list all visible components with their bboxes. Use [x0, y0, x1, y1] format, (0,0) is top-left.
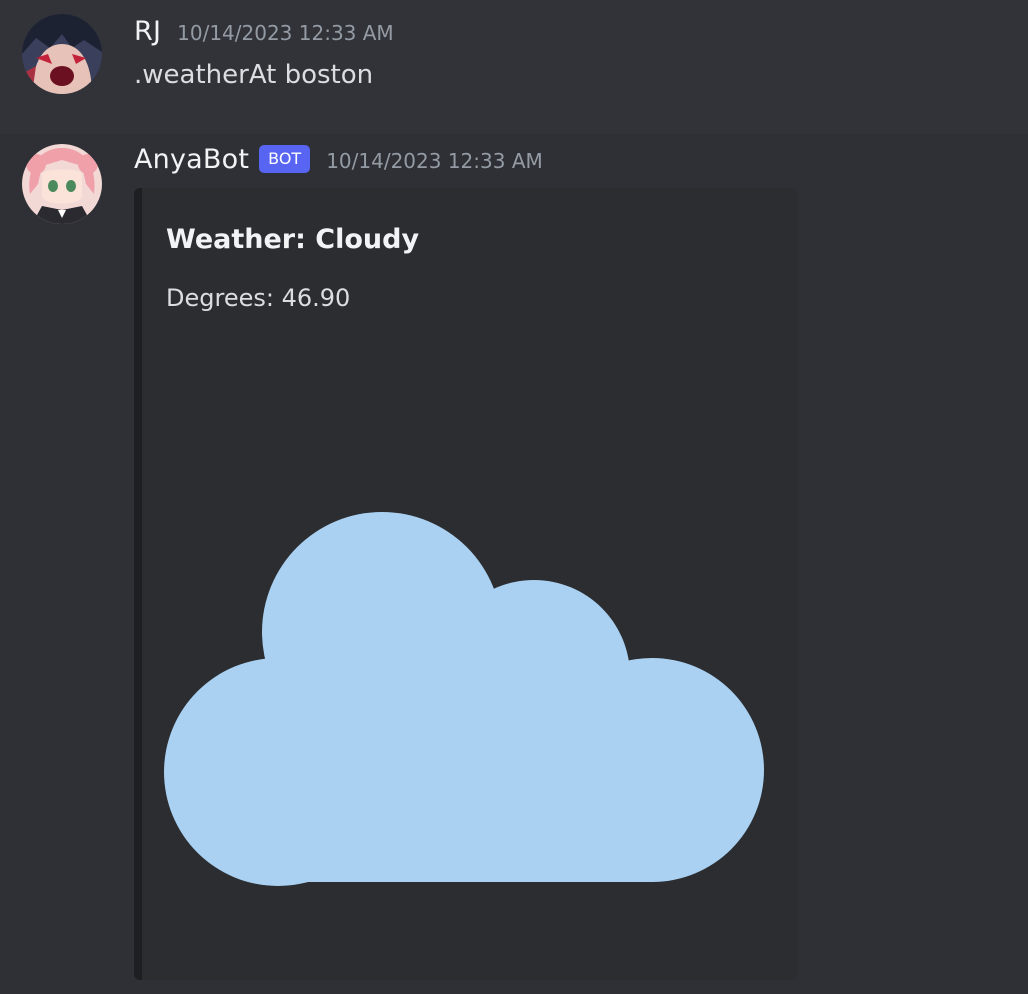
message-header: RJ 10/14/2023 12:33 AM — [134, 16, 394, 47]
message-rj[interactable]: RJ 10/14/2023 12:33 AM .weatherAt boston — [0, 0, 1028, 134]
weather-embed: Weather: Cloudy Degrees: 46.90 — [134, 188, 798, 980]
avatar[interactable] — [22, 14, 102, 94]
message-content: .weatherAt boston — [134, 60, 374, 90]
cloud-icon — [164, 512, 764, 886]
avatar[interactable] — [22, 144, 102, 224]
embed-description: Degrees: 46.90 — [166, 284, 351, 312]
username[interactable]: RJ — [134, 16, 161, 47]
embed-title: Weather: Cloudy — [166, 224, 420, 255]
username[interactable]: AnyaBot — [134, 144, 249, 175]
timestamp[interactable]: 10/14/2023 12:33 AM — [177, 21, 394, 45]
embed-accent-bar — [134, 188, 142, 980]
message-anyabot[interactable]: AnyaBot BOT 10/14/2023 12:33 AM Weather:… — [0, 134, 1028, 994]
anime-avatar-icon — [22, 14, 102, 94]
message-header: AnyaBot BOT 10/14/2023 12:33 AM — [134, 144, 543, 177]
anime-avatar-icon — [22, 144, 102, 224]
chat-messages: RJ 10/14/2023 12:33 AM .weatherAt boston… — [0, 0, 1028, 994]
embed-image[interactable] — [164, 510, 768, 888]
timestamp[interactable]: 10/14/2023 12:33 AM — [326, 149, 543, 173]
bot-badge: BOT — [259, 145, 311, 173]
